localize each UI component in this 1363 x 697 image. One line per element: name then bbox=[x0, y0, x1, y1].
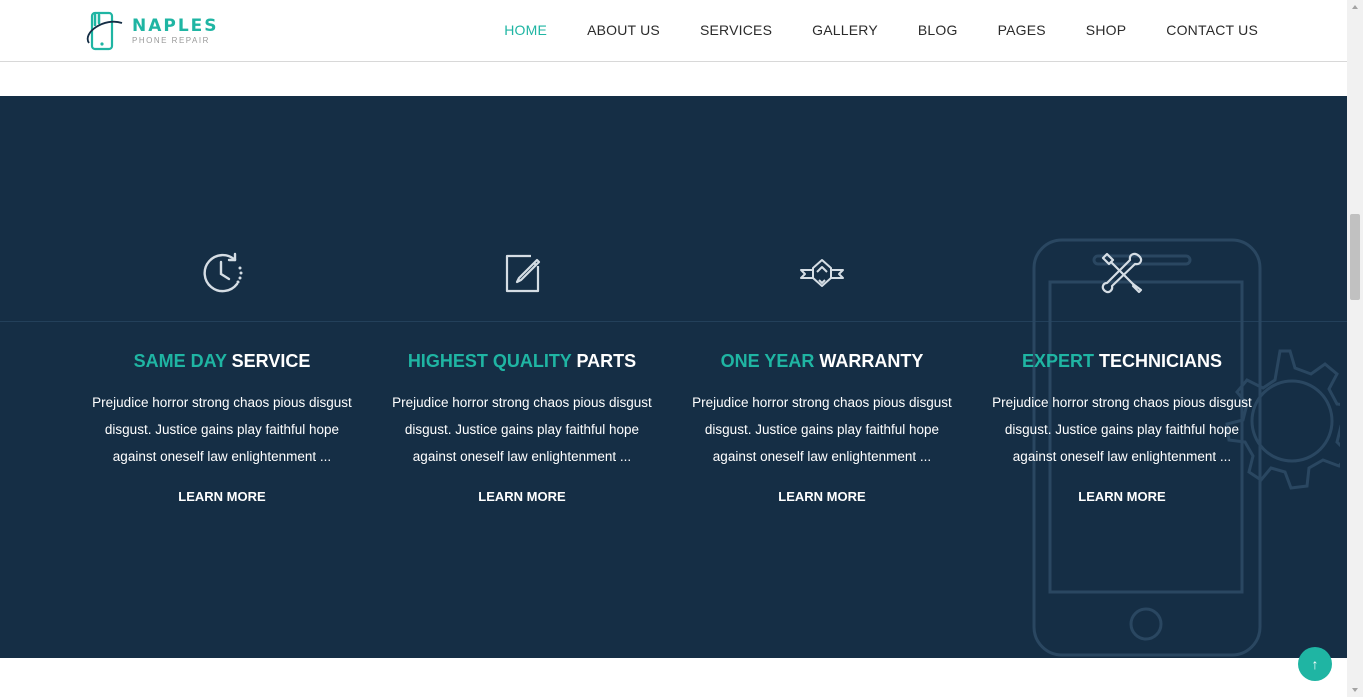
site-header: NAPLES PHONE REPAIR HOME ABOUT US SERVIC… bbox=[0, 0, 1347, 62]
arrow-up-icon: ↑ bbox=[1311, 656, 1319, 672]
scroll-down-arrow-icon[interactable] bbox=[1347, 683, 1363, 697]
main-nav: HOME ABOUT US SERVICES GALLERY BLOG PAGE… bbox=[504, 0, 1258, 60]
feature-description: Prejudice horror strong chaos pious disg… bbox=[992, 395, 1252, 464]
brand-tagline: PHONE REPAIR bbox=[132, 36, 210, 45]
feature-title-rest: WARRANTY bbox=[819, 351, 924, 371]
page: NAPLES PHONE REPAIR HOME ABOUT US SERVIC… bbox=[0, 0, 1363, 697]
feature-description: Prejudice horror strong chaos pious disg… bbox=[692, 395, 952, 464]
brand-name: NAPLES bbox=[132, 16, 219, 36]
feature-title-accent: ONE YEAR bbox=[720, 351, 815, 371]
learn-more-link[interactable]: LEARN MORE bbox=[972, 489, 1272, 504]
feature-title-accent: EXPERT bbox=[1021, 351, 1094, 371]
clock-icon bbox=[203, 252, 243, 293]
logo[interactable]: NAPLES PHONE REPAIR bbox=[86, 9, 219, 53]
nav-gallery[interactable]: GALLERY bbox=[812, 22, 878, 38]
feature-title-rest: TECHNICIANS bbox=[1099, 351, 1223, 371]
scrollbar-thumb[interactable] bbox=[1350, 214, 1360, 300]
feature-title-accent: SAME DAY bbox=[133, 351, 227, 371]
feature-title: SAME DAY SERVICE bbox=[72, 350, 372, 372]
learn-more-link[interactable]: LEARN MORE bbox=[72, 489, 372, 504]
scroll-up-arrow-icon[interactable] bbox=[1347, 0, 1363, 14]
nav-contact-us[interactable]: CONTACT US bbox=[1166, 22, 1258, 38]
back-to-top-button[interactable]: ↑ bbox=[1298, 647, 1332, 681]
nav-blog[interactable]: BLOG bbox=[918, 22, 958, 38]
feature-description: Prejudice horror strong chaos pious disg… bbox=[392, 395, 652, 464]
nav-services[interactable]: SERVICES bbox=[700, 22, 772, 38]
nav-shop[interactable]: SHOP bbox=[1086, 22, 1126, 38]
nav-about-us[interactable]: ABOUT US bbox=[587, 22, 660, 38]
feature-title-accent: HIGHEST QUALITY bbox=[407, 351, 572, 371]
phone-logo-icon bbox=[86, 9, 126, 53]
feature-description: Prejudice horror strong chaos pious disg… bbox=[92, 395, 352, 464]
feature-title-rest: SERVICE bbox=[231, 351, 311, 371]
feature-title: HIGHEST QUALITY PARTS bbox=[372, 350, 672, 372]
badge-icon bbox=[800, 259, 844, 287]
vertical-scrollbar[interactable] bbox=[1347, 0, 1363, 697]
learn-more-link[interactable]: LEARN MORE bbox=[672, 489, 972, 504]
feature-title-rest: PARTS bbox=[576, 351, 637, 371]
logo-text: NAPLES PHONE REPAIR bbox=[132, 16, 219, 46]
tools-icon bbox=[1101, 252, 1143, 294]
feature-title: EXPERT TECHNICIANS bbox=[972, 350, 1272, 372]
nav-home[interactable]: HOME bbox=[504, 22, 547, 38]
nav-pages[interactable]: PAGES bbox=[998, 22, 1046, 38]
learn-more-link[interactable]: LEARN MORE bbox=[372, 489, 672, 504]
features-section: SAME DAY SERVICE Prejudice horror strong… bbox=[0, 96, 1347, 658]
edit-icon bbox=[505, 254, 541, 293]
feature-title: ONE YEAR WARRANTY bbox=[672, 350, 972, 372]
